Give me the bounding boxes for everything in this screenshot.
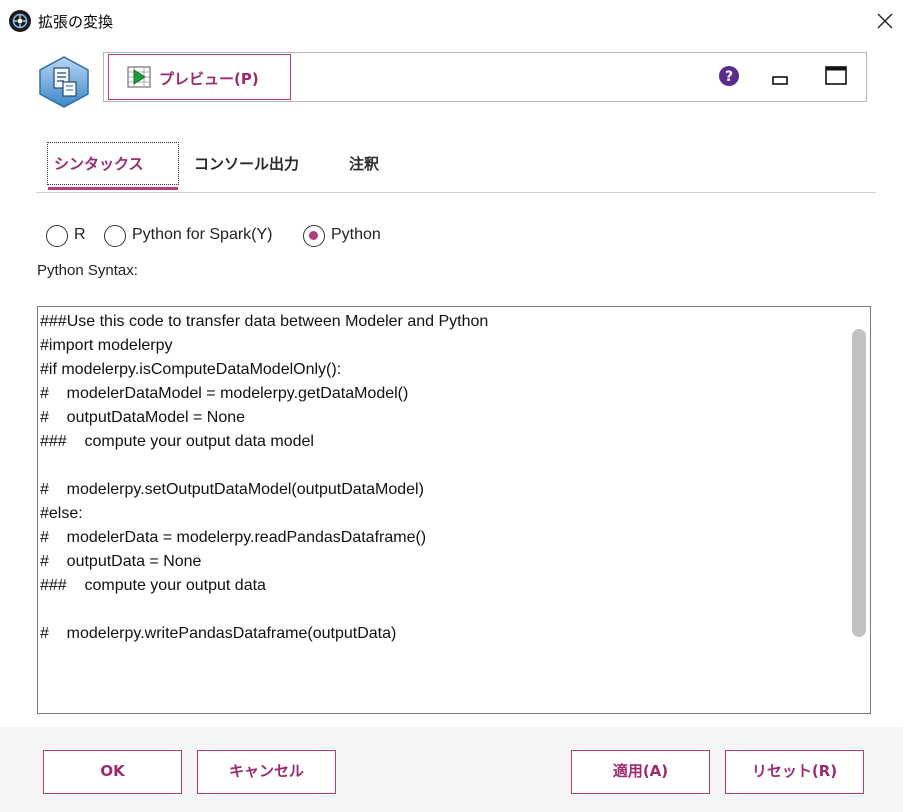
code-line: # modelerData = modelerpy.readPandasData… (40, 529, 427, 546)
preview-label: プレビュー(P) (159, 70, 259, 88)
radio-python-circle[interactable] (303, 225, 325, 247)
tab-annotations-label: 注釈 (349, 155, 380, 173)
code-line: ### compute your output data model (40, 433, 314, 450)
cancel-button[interactable]: キャンセル (197, 750, 336, 794)
radio-python-for-spark-circle[interactable] (104, 225, 126, 247)
preview-play-icon (127, 66, 151, 92)
ok-button[interactable]: OK (43, 750, 182, 794)
code-line: ###Use this code to transfer data betwee… (40, 313, 489, 330)
tab-console-output[interactable]: コンソール出力 (194, 142, 334, 190)
radio-python-for-spark[interactable]: Python for Spark(Y) (104, 222, 294, 250)
code-line: #import modelerpy (40, 337, 173, 354)
svg-text:?: ? (725, 69, 733, 85)
code-line: #else: (40, 505, 83, 522)
radio-python-for-spark-label: Python for Spark(Y) (132, 226, 273, 243)
code-line: # modelerpy.writePandasDataframe(outputD… (40, 625, 397, 642)
scrollbar-thumb[interactable] (852, 329, 866, 637)
tab-bar: シンタックス コンソール出力 注釈 (36, 136, 876, 193)
window-title: 拡張の変換 (38, 13, 114, 31)
code-line: #if modelerpy.isComputeDataModelOnly(): (40, 361, 342, 378)
vertical-scrollbar[interactable] (850, 309, 868, 711)
help-icon[interactable]: ? (718, 65, 740, 87)
tab-syntax[interactable]: シンタックス (47, 142, 179, 190)
spss-modeler-icon (9, 10, 31, 32)
code-line: # modelerDataModel = modelerpy.getDataMo… (40, 385, 409, 402)
preview-button[interactable]: プレビュー(P) (108, 54, 291, 100)
tab-console-output-label: コンソール出力 (194, 155, 300, 173)
radio-r-label: R (74, 226, 86, 243)
python-syntax-editor[interactable]: ###Use this code to transfer data betwee… (37, 306, 871, 714)
tab-annotations[interactable]: 注釈 (349, 142, 399, 190)
radio-python[interactable]: Python (303, 222, 403, 250)
code-lines[interactable]: ###Use this code to transfer data betwee… (40, 310, 845, 646)
tab-syntax-label: シンタックス (54, 155, 144, 173)
radio-r[interactable]: R (46, 222, 96, 250)
reset-button[interactable]: リセット(R) (725, 750, 864, 794)
radio-python-label: Python (331, 226, 381, 243)
language-radio-group: R Python for Spark(Y) Python (46, 222, 466, 250)
code-line: ### compute your output data (40, 577, 266, 594)
maximize-icon[interactable] (824, 65, 848, 87)
title-bar: 拡張の変換 (0, 0, 903, 42)
node-toolbar: プレビュー(P) ? (103, 52, 867, 102)
code-line: # outputDataModel = None (40, 409, 246, 426)
dialog-footer: OK キャンセル 適用(A) リセット(R) (0, 727, 903, 812)
code-line: # outputData = None (40, 553, 202, 570)
radio-r-circle[interactable] (46, 225, 68, 247)
syntax-label: Python Syntax: (37, 262, 138, 279)
extension-transform-node-icon (36, 55, 92, 109)
close-icon[interactable] (872, 8, 898, 34)
apply-button[interactable]: 適用(A) (571, 750, 710, 794)
minimize-icon[interactable] (770, 67, 790, 87)
code-line: # modelerpy.setOutputDataModel(outputDat… (40, 481, 424, 498)
